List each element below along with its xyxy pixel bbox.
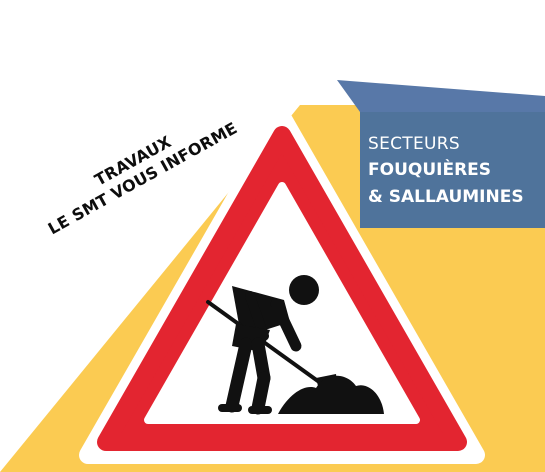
sector-name-sallaumines: & SALLAUMINES [368, 187, 524, 207]
background-artwork [0, 80, 545, 472]
sector-label: SECTEURS [368, 134, 460, 154]
sector-panel: SECTEURS FOUQUIÈRES & SALLAUMINES [360, 112, 545, 228]
sector-name-fouquieres: FOUQUIÈRES [368, 160, 492, 180]
blue-panel-top-shape [337, 80, 545, 112]
roadwork-notice-graphic: TRAVAUX LE SMT VOUS INFORME SECTEURS FOU… [0, 0, 545, 472]
